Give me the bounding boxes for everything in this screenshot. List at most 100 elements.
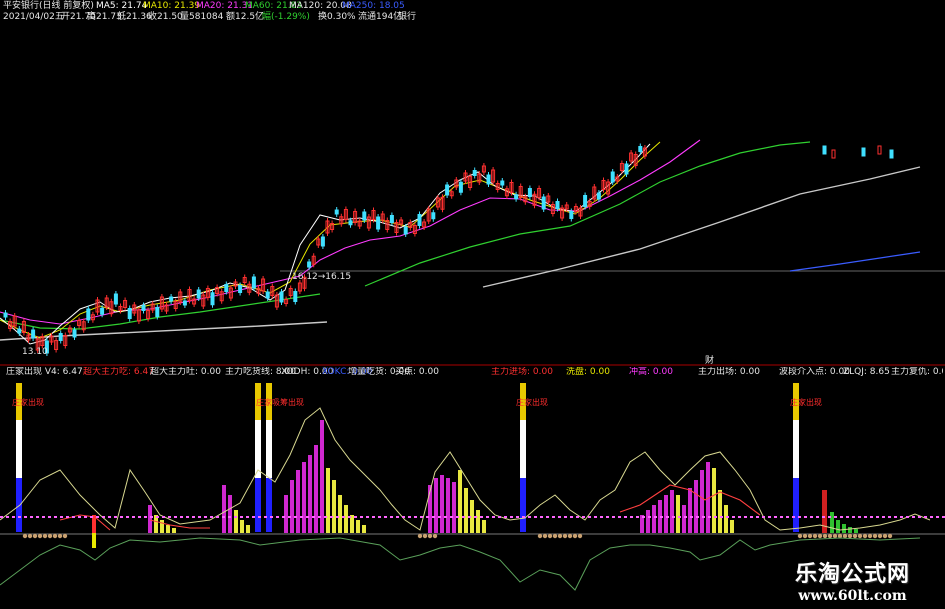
indicator-bar bbox=[440, 475, 444, 533]
indicator-bar bbox=[476, 510, 480, 533]
zero-line-marker bbox=[62, 533, 68, 539]
indicator-bar bbox=[652, 505, 656, 533]
signal-column-white bbox=[16, 420, 22, 478]
indicator-bar bbox=[682, 505, 686, 533]
zero-line-marker bbox=[567, 533, 573, 539]
indicator-bar bbox=[166, 525, 170, 533]
candle bbox=[127, 308, 132, 319]
ma5-value: MA5: 21.74 bbox=[96, 1, 148, 11]
bar-turnover: 换0.30% bbox=[318, 12, 356, 22]
signal-tag-4: 庄家出现 bbox=[790, 398, 822, 407]
candle bbox=[86, 308, 91, 321]
zero-line-marker bbox=[422, 533, 428, 539]
watermark-title: 乐淘公式网 bbox=[794, 562, 910, 587]
ma250-value: MA250: 18.05 bbox=[342, 1, 405, 11]
zero-line-marker bbox=[882, 533, 888, 539]
zero-line-marker bbox=[857, 533, 863, 539]
candle bbox=[3, 312, 8, 318]
candle bbox=[113, 293, 118, 305]
indicator-bar bbox=[676, 495, 680, 533]
zero-line-marker bbox=[57, 533, 63, 539]
bar-amount: 额12.5亿 bbox=[226, 12, 265, 22]
zero-line-marker bbox=[822, 533, 828, 539]
indicator-bar bbox=[314, 445, 318, 533]
price-range-label: 16.12→16.15 bbox=[292, 272, 352, 282]
indicator-item: 洗盘: 0.00 bbox=[566, 367, 610, 377]
zero-line-marker bbox=[812, 533, 818, 539]
zero-line-marker bbox=[832, 533, 838, 539]
signal-column-blue bbox=[520, 478, 526, 532]
zero-line-marker bbox=[557, 533, 563, 539]
indicator-bar-green bbox=[842, 524, 846, 533]
candle bbox=[596, 192, 601, 200]
indicator-item: 超大主力吐: 0.00 bbox=[150, 367, 221, 377]
zero-line-marker bbox=[862, 533, 868, 539]
indicator-bar bbox=[700, 470, 704, 533]
indicator-bar-yellow bbox=[92, 533, 96, 548]
candle bbox=[348, 220, 353, 226]
candle bbox=[541, 196, 546, 210]
indicator-bar-green bbox=[830, 512, 834, 533]
indicator-item: 买点: 0.00 bbox=[395, 367, 439, 377]
zero-line-marker bbox=[797, 533, 803, 539]
indicator-bar bbox=[694, 480, 698, 533]
indicator-bar bbox=[338, 495, 342, 533]
candle bbox=[403, 226, 408, 235]
indicator-bar bbox=[464, 488, 468, 533]
zero-line-marker bbox=[537, 533, 543, 539]
candle bbox=[251, 276, 256, 289]
candle bbox=[362, 211, 367, 221]
candle bbox=[196, 289, 201, 299]
candle bbox=[58, 333, 63, 341]
low-price-label: 13.10 bbox=[22, 347, 48, 357]
finance-marker[interactable]: 财 bbox=[705, 356, 714, 367]
indicator-bar bbox=[308, 455, 312, 533]
indicator-bar bbox=[284, 495, 288, 533]
signal-column-blue bbox=[255, 478, 261, 532]
candle bbox=[638, 146, 643, 152]
candle bbox=[334, 209, 339, 215]
indicator-item: 主力进场: 0.00 bbox=[491, 367, 553, 377]
indicator-bar bbox=[724, 505, 728, 533]
zero-line-marker bbox=[47, 533, 53, 539]
candle bbox=[307, 261, 312, 268]
zero-line-marker bbox=[427, 533, 433, 539]
zero-line-marker bbox=[22, 533, 28, 539]
bar-date: 2021/04/02五 bbox=[3, 12, 64, 22]
indicator-header: 庄家出现 V4: 6.47 超大主力吃: 6.47 超大主力吐: 0.00 主力吃货线… bbox=[3, 367, 943, 378]
indicator-bar bbox=[434, 478, 438, 533]
indicator-bar-green bbox=[854, 529, 858, 533]
candle bbox=[569, 211, 574, 219]
indicator-bar bbox=[228, 495, 232, 533]
zero-line-marker bbox=[847, 533, 853, 539]
candle bbox=[100, 307, 105, 315]
ma10-value: MA10: 21.39 bbox=[143, 1, 201, 11]
ma120-line bbox=[0, 321, 328, 341]
ma250-line bbox=[789, 251, 921, 272]
candle bbox=[279, 291, 284, 303]
candle bbox=[555, 201, 560, 209]
indicator-bar bbox=[718, 490, 722, 533]
candle bbox=[624, 163, 629, 175]
candle bbox=[472, 170, 477, 176]
zero-line-marker bbox=[877, 533, 883, 539]
indicator-bar bbox=[290, 480, 294, 533]
candle bbox=[514, 194, 519, 200]
signal-column-blue bbox=[266, 478, 272, 532]
candle bbox=[141, 305, 146, 311]
candle bbox=[224, 284, 229, 292]
zero-line-marker bbox=[852, 533, 858, 539]
zero-line-marker bbox=[552, 533, 558, 539]
indicator-bar bbox=[326, 468, 330, 533]
signal-column-white bbox=[520, 420, 526, 478]
indicator-bar bbox=[482, 520, 486, 533]
zero-line-marker bbox=[572, 533, 578, 539]
candle bbox=[877, 145, 882, 155]
candle bbox=[500, 180, 505, 186]
zero-line-marker bbox=[417, 533, 423, 539]
candle bbox=[431, 212, 436, 220]
candle bbox=[72, 329, 77, 338]
candle bbox=[17, 328, 22, 334]
candle bbox=[376, 216, 381, 230]
bar-change: 幅(-1.29%) bbox=[262, 12, 310, 22]
